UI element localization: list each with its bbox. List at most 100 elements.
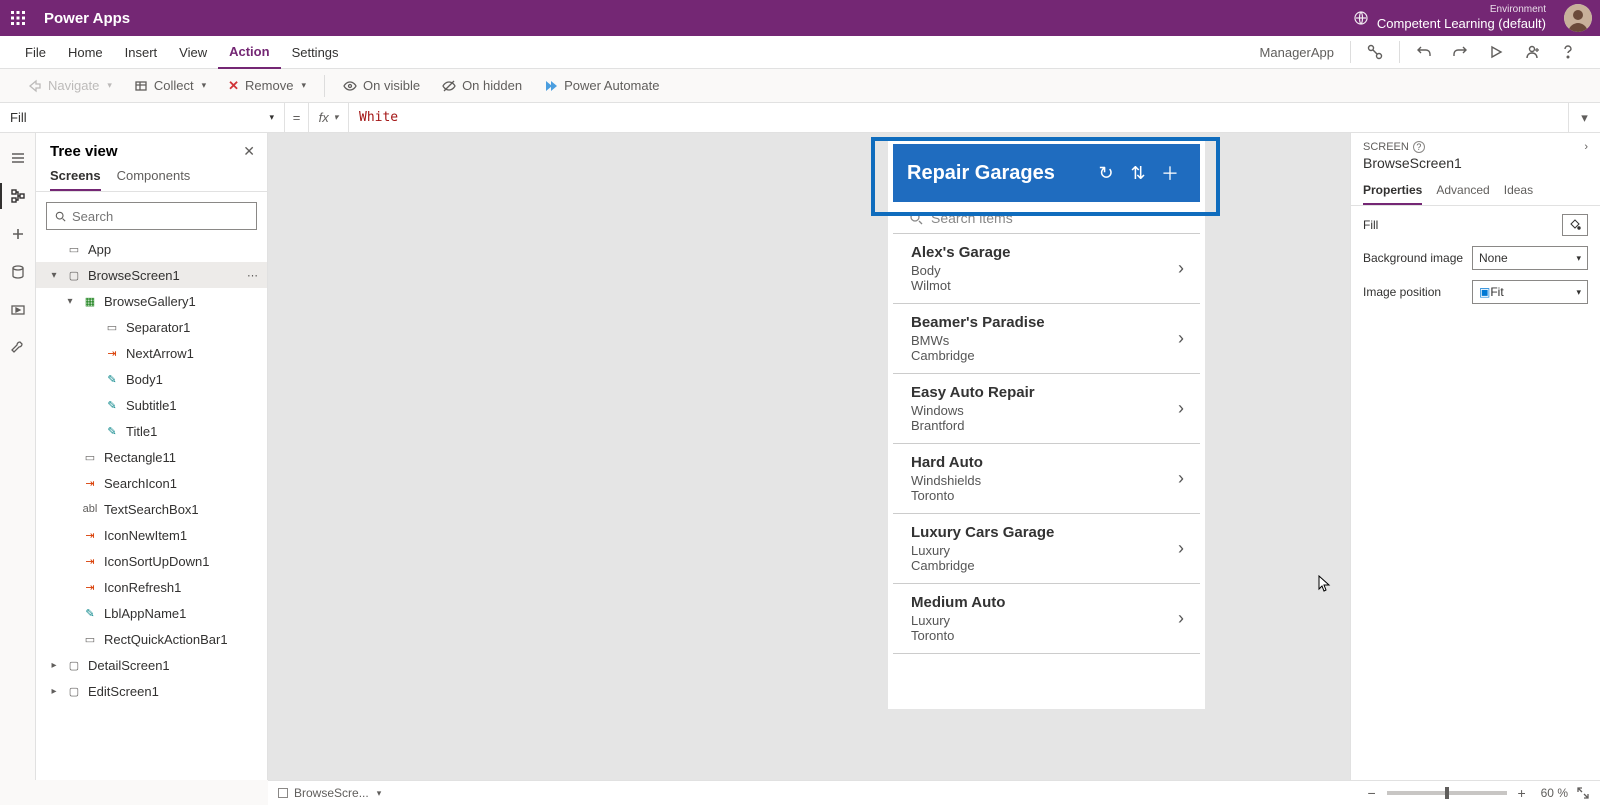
remove-button[interactable]: ✕ Remove▾	[218, 72, 316, 100]
ptab-ideas[interactable]: Ideas	[1504, 177, 1533, 205]
tree-node[interactable]: ⇥IconRefresh1	[36, 574, 267, 600]
chevron-right-icon[interactable]: ›	[1178, 258, 1184, 279]
gallery-item[interactable]: Luxury Cars GarageLuxuryCambridge›	[893, 514, 1200, 584]
rail-media-icon[interactable]	[0, 291, 36, 329]
formula-expand-icon[interactable]: ▾	[1568, 103, 1600, 133]
zoom-in-button[interactable]: +	[1511, 785, 1533, 801]
prop-fill-swatch[interactable]	[1562, 214, 1588, 236]
redo-icon[interactable]	[1442, 36, 1478, 69]
tree-node[interactable]: ⇥IconNewItem1	[36, 522, 267, 548]
tree-node-browsescreen[interactable]: ▾▢BrowseScreen1⋯	[36, 262, 267, 288]
environment-picker[interactable]: Environment Competent Learning (default)	[1377, 4, 1546, 33]
zoom-slider[interactable]	[1387, 791, 1507, 795]
formula-input[interactable]: White	[349, 110, 1568, 125]
gallery-item[interactable]: Medium Auto LuxuryToronto›	[893, 584, 1200, 654]
app-launcher-icon[interactable]	[8, 8, 28, 28]
menu-insert[interactable]: Insert	[114, 36, 169, 69]
breadcrumb[interactable]: BrowseScre... ▾	[278, 786, 381, 800]
info-icon[interactable]: ?	[1413, 141, 1425, 153]
rail-tools-icon[interactable]	[0, 329, 36, 367]
rail-tree-icon[interactable]	[0, 177, 36, 215]
chevron-right-icon[interactable]: ›	[1178, 608, 1184, 629]
on-hidden-button[interactable]: On hidden	[432, 72, 532, 100]
menu-action[interactable]: Action	[218, 36, 280, 69]
item-subtitle: BMWs	[911, 333, 1178, 348]
tree-node[interactable]: ablTextSearchBox1	[36, 496, 267, 522]
prop-bgimg-dropdown[interactable]: None▾	[1472, 246, 1588, 270]
panel-collapse-icon[interactable]: ›	[1584, 141, 1588, 153]
action-ribbon: Navigate▾ Collect▾ ✕ Remove▾ On visible …	[0, 69, 1600, 103]
rail-insert-icon[interactable]	[0, 215, 36, 253]
tree-node-detailscreen[interactable]: ▸▢DetailScreen1	[36, 652, 267, 678]
app-name[interactable]: ManagerApp	[1260, 45, 1334, 60]
tree-node[interactable]: ✎Subtitle1	[36, 392, 267, 418]
canvas-area[interactable]: Repair Garages ↻ ⇅ ＋ Search items Alex's…	[268, 133, 1350, 780]
item-subtitle: Luxury	[911, 613, 1178, 628]
tree-node[interactable]: ✎Body1	[36, 366, 267, 392]
zoom-out-button[interactable]: −	[1361, 785, 1383, 801]
item-subtitle: Luxury	[911, 543, 1178, 558]
rail-data-icon[interactable]	[0, 253, 36, 291]
rail-hamburger-icon[interactable]	[0, 139, 36, 177]
tree-node[interactable]: ⇥SearchIcon1	[36, 470, 267, 496]
menu-file[interactable]: File	[14, 36, 57, 69]
tree-node-gallery[interactable]: ▾▦BrowseGallery1	[36, 288, 267, 314]
preview-icon[interactable]	[1478, 36, 1514, 69]
app-preview[interactable]: Repair Garages ↻ ⇅ ＋ Search items Alex's…	[888, 139, 1205, 709]
fx-button[interactable]: fx▾	[309, 103, 349, 133]
menu-home[interactable]: Home	[57, 36, 114, 69]
tree-search-input[interactable]	[72, 209, 248, 224]
menu-view[interactable]: View	[168, 36, 218, 69]
gallery-item[interactable]: Beamer's ParadiseBMWsCambridge›	[893, 304, 1200, 374]
item-subtitle: Body	[911, 263, 1178, 278]
brand-title: Power Apps	[44, 10, 130, 27]
ptab-properties[interactable]: Properties	[1363, 177, 1422, 205]
undo-icon[interactable]	[1406, 36, 1442, 69]
prop-imgpos-dropdown[interactable]: ▣ Fit▾	[1472, 280, 1588, 304]
tree-node[interactable]: ▭Rectangle11	[36, 444, 267, 470]
chevron-right-icon[interactable]: ›	[1178, 398, 1184, 419]
gallery-item[interactable]: Hard AutoWindshieldsToronto›	[893, 444, 1200, 514]
chevron-right-icon[interactable]: ›	[1178, 538, 1184, 559]
tree-node[interactable]: ⇥IconSortUpDown1	[36, 548, 267, 574]
share-icon[interactable]	[1514, 36, 1550, 69]
item-body: Cambridge	[911, 558, 1178, 573]
tree-node[interactable]: ▭RectQuickActionBar1	[36, 626, 267, 652]
tree-node[interactable]: ⇥NextArrow1	[36, 340, 267, 366]
tree-node-app[interactable]: ▭App	[36, 236, 267, 262]
tree-node[interactable]: ✎LblAppName1	[36, 600, 267, 626]
item-body: Toronto	[911, 628, 1178, 643]
collect-button[interactable]: Collect▾	[124, 72, 216, 100]
property-dropdown[interactable]: Fill▾	[0, 103, 285, 133]
tree-node-editscreen[interactable]: ▸▢EditScreen1	[36, 678, 267, 704]
gallery-list: Alex's GarageBodyWilmot›Beamer's Paradis…	[893, 234, 1200, 654]
gallery-item[interactable]: Alex's GarageBodyWilmot›	[893, 234, 1200, 304]
chevron-right-icon[interactable]: ›	[1178, 468, 1184, 489]
top-bar: Power Apps Environment Competent Learnin…	[0, 0, 1600, 36]
on-visible-button[interactable]: On visible	[333, 72, 430, 100]
item-title: Medium Auto	[911, 594, 1178, 611]
help-icon[interactable]	[1550, 36, 1586, 69]
properties-panel: SCREEN ? › BrowseScreen1 Properties Adva…	[1350, 133, 1600, 780]
tree-view-panel: Tree view ✕ Screens Components ▭App ▾▢Br…	[36, 133, 268, 780]
tree-node[interactable]: ✎Title1	[36, 418, 267, 444]
tree-search[interactable]	[46, 202, 257, 230]
item-body: Brantford	[911, 418, 1178, 433]
connect-icon[interactable]	[1357, 36, 1393, 69]
menu-settings[interactable]: Settings	[281, 36, 350, 69]
power-automate-button[interactable]: Power Automate	[534, 72, 669, 100]
gallery-item[interactable]: Easy Auto RepairWindowsBrantford›	[893, 374, 1200, 444]
tree-close-icon[interactable]: ✕	[243, 143, 255, 160]
equals-label: =	[285, 103, 309, 133]
left-rail	[0, 133, 36, 780]
user-avatar[interactable]	[1564, 4, 1592, 32]
chevron-right-icon[interactable]: ›	[1178, 328, 1184, 349]
ptab-advanced[interactable]: Advanced	[1436, 177, 1489, 205]
fit-to-screen-icon[interactable]	[1576, 786, 1590, 800]
tree-node[interactable]: ▭Separator1	[36, 314, 267, 340]
environment-label: Environment	[1377, 4, 1546, 15]
tab-components[interactable]: Components	[117, 168, 191, 191]
tree-node-more-icon[interactable]: ⋯	[247, 269, 259, 282]
item-title: Hard Auto	[911, 454, 1178, 471]
tab-screens[interactable]: Screens	[50, 168, 101, 191]
